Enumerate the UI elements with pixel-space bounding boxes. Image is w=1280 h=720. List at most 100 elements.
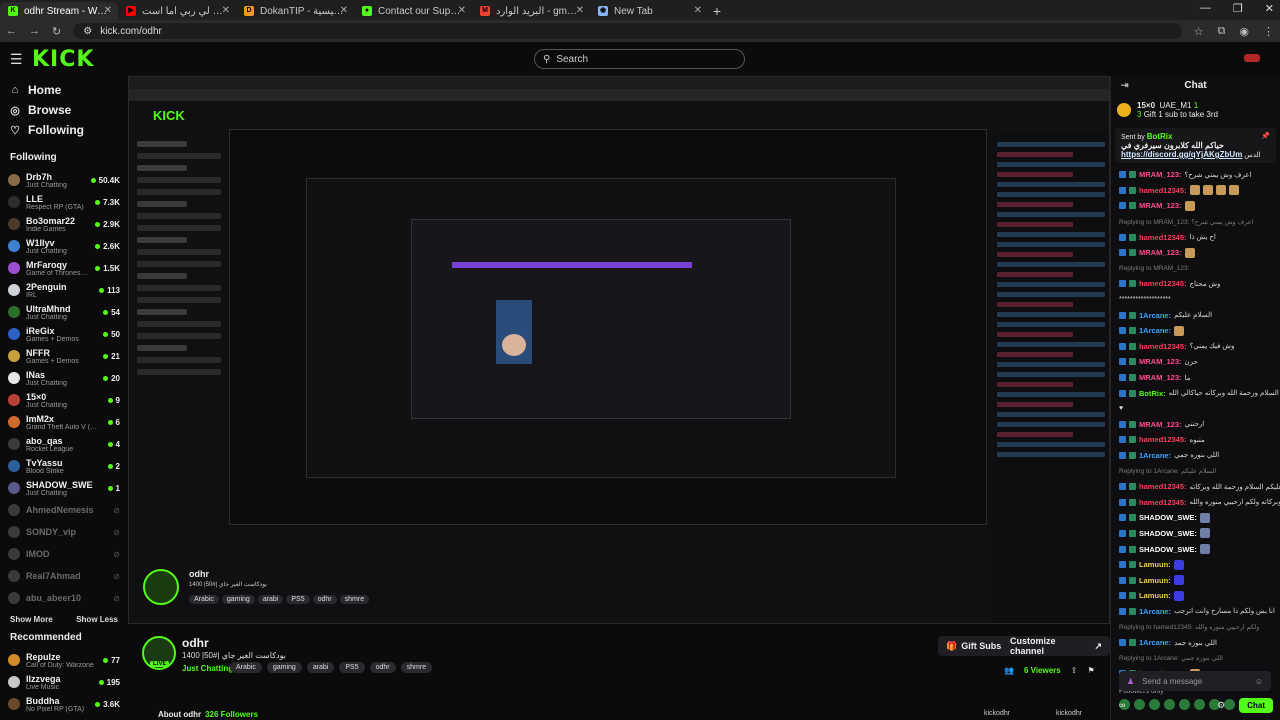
chat-username[interactable]: hamed12345:: [1139, 482, 1187, 491]
customize-channel-button[interactable]: Customize channel ↗: [1002, 636, 1110, 656]
sidebar-channel[interactable]: TvYassu Blood Strike 2: [8, 455, 120, 477]
sidebar-channel[interactable]: Repulze Call of Duty: Warzone 77: [8, 649, 120, 671]
chat-message[interactable]: MRAM_123: ما: [1111, 370, 1280, 386]
tab-close-icon[interactable]: ✕: [222, 5, 230, 16]
chat-message[interactable]: hamed12345: وعليكم السلام ورحمة الله وبرك…: [1111, 479, 1280, 495]
chat-message[interactable]: hamed12345: وش فيك يمني؟: [1111, 339, 1280, 355]
chat-message[interactable]: 1Arcane: اللي بنوره جمد: [1111, 635, 1280, 651]
sidebar-channel[interactable]: Ilzzvega Live Music 195: [8, 671, 120, 693]
nav-item-home[interactable]: ⌂ Home: [10, 80, 120, 100]
gift-subs-button[interactable]: 🎁 Gift Subs: [938, 636, 1010, 656]
menu-dots-icon[interactable]: ⋮: [1263, 25, 1274, 38]
sidebar-channel[interactable]: Drb7h Just Chatting 50.4K: [8, 169, 120, 191]
chat-username[interactable]: 1Arcane:: [1139, 638, 1171, 647]
sidebar-channel-offline[interactable]: Real7Ahmad ⊘: [8, 565, 120, 587]
chat-input[interactable]: ♟ Send a message ☺: [1119, 671, 1271, 691]
video-player[interactable]: KICK odhr بودكاست الغير جاي |#50| 1400 A…: [128, 76, 1110, 624]
stream-tag[interactable]: arabi: [306, 662, 335, 673]
chat-message[interactable]: hamed12345: وش محتاج: [1111, 276, 1280, 292]
profile-icon[interactable]: ◉: [1239, 25, 1249, 38]
maximize-icon[interactable]: ❐: [1233, 2, 1243, 15]
collapse-chat-icon[interactable]: ⇥: [1121, 80, 1129, 91]
chat-message[interactable]: BotRix:وعليكم السلام ورحمة الله وبركاته …: [1111, 385, 1280, 401]
emoji-icon[interactable]: ☺: [1255, 677, 1263, 686]
chat-username[interactable]: SHADOW_SWE:: [1139, 545, 1197, 554]
sidebar-channel-offline[interactable]: SONDY_vip ⊘: [8, 521, 120, 543]
social-link-kick-2[interactable]: kickodhr: [1056, 710, 1082, 717]
chat-message[interactable]: ♥: [1111, 401, 1280, 417]
extensions-icon[interactable]: ⧉: [1218, 25, 1226, 38]
chat-username[interactable]: 1Arcane:: [1139, 451, 1171, 460]
sidebar-channel[interactable]: INas Just Chatting 20: [8, 367, 120, 389]
kick-logo[interactable]: KICK: [32, 47, 94, 72]
chat-username[interactable]: 1Arcane:: [1139, 311, 1171, 320]
sidebar-channel[interactable]: 15×0 Just Chatting 9: [8, 389, 120, 411]
stream-tag[interactable]: Arabic: [230, 662, 262, 673]
nav-item-following[interactable]: ♡ Following: [10, 120, 120, 140]
chat-username[interactable]: 1Arcane:: [1139, 326, 1171, 335]
chat-message[interactable]: Lamuun:: [1111, 557, 1280, 573]
chat-send-button[interactable]: Chat: [1239, 697, 1273, 713]
close-window-icon[interactable]: ✕: [1265, 2, 1274, 15]
show-more-button[interactable]: Show More: [10, 615, 53, 624]
points-icon[interactable]: ∞: [1119, 700, 1125, 710]
chat-username[interactable]: Lamuun:: [1139, 560, 1171, 569]
bookmark-star-icon[interactable]: ☆: [1194, 25, 1204, 38]
chat-username[interactable]: MRAM_123:: [1139, 373, 1182, 382]
browser-tab[interactable]: ● Contact our Support Team | Kic✕: [354, 2, 472, 20]
sidebar-channel[interactable]: LLE Respect RP (GTA) 7.3K: [8, 191, 120, 213]
browser-tab[interactable]: D DokanTIP - الرئيسية ✕: [236, 2, 354, 20]
sidebar-channel[interactable]: MrFaroqyGame of Thrones: Kin... 1.5K: [8, 257, 120, 279]
new-tab-icon[interactable]: +: [708, 2, 726, 20]
chat-username[interactable]: SHADOW_SWE:: [1139, 513, 1197, 522]
browser-tab[interactable]: ▶ انشودة اذا ما قال لي ربي اما است✕: [118, 2, 236, 20]
sidebar-channel[interactable]: Buddha No Pixel RP (GTA) 3.6K: [8, 693, 120, 715]
sidebar-channel[interactable]: NFFR Games + Demos 21: [8, 345, 120, 367]
pin-icon[interactable]: 📌: [1261, 132, 1270, 140]
chat-username[interactable]: Lamuun:: [1139, 576, 1171, 585]
stream-tag[interactable]: shmre: [400, 662, 433, 673]
chat-username[interactable]: MRAM_123:: [1139, 170, 1182, 179]
tab-close-icon[interactable]: ✕: [576, 5, 584, 16]
sidebar-channel[interactable]: Bo3omar22 Indie Games 2.9K: [8, 213, 120, 235]
chat-message[interactable]: MRAM_123:: [1111, 198, 1280, 214]
chat-username[interactable]: hamed12345:: [1139, 435, 1187, 444]
chat-username[interactable]: Lamuun:: [1139, 591, 1171, 600]
chat-message[interactable]: SHADOW_SWE:: [1111, 526, 1280, 542]
share-icon[interactable]: ⇪: [1071, 666, 1078, 675]
chat-message[interactable]: Lamuun:: [1111, 572, 1280, 588]
chat-username[interactable]: hamed12345:: [1139, 233, 1187, 242]
sidebar-channel-offline[interactable]: abu_abeer10 ⊘: [8, 587, 120, 609]
social-link-kick[interactable]: kickodhr: [984, 710, 1010, 717]
sidebar-channel[interactable]: UltraMhnd Just Chatting 54: [8, 301, 120, 323]
browser-tab[interactable]: M البريد الوارد - gmail.com - Gmail✕: [472, 2, 590, 20]
sidebar-channel[interactable]: abo_qas Rocket League 4: [8, 433, 120, 455]
chat-message[interactable]: hamed12345:: [1111, 183, 1280, 199]
chat-username[interactable]: 1Arcane:: [1139, 607, 1171, 616]
tab-close-icon[interactable]: ✕: [104, 5, 112, 16]
sidebar-channel-offline[interactable]: AhmedNemesis ⊘: [8, 499, 120, 521]
chat-username[interactable]: MRAM_123:: [1139, 420, 1182, 429]
chat-message[interactable]: MRAM_123: حزن: [1111, 354, 1280, 370]
discord-link[interactable]: https://discord.gg/qYjAKgZbUm: [1121, 150, 1242, 159]
chat-message[interactable]: MRAM_123: اعرف وش يمني شرح؟: [1111, 167, 1280, 183]
back-icon[interactable]: ←: [6, 25, 17, 37]
chat-message[interactable]: *******************: [1111, 292, 1280, 308]
minimize-icon[interactable]: —: [1200, 2, 1211, 15]
show-less-button[interactable]: Show Less: [76, 615, 118, 624]
chat-username[interactable]: MRAM_123:: [1139, 248, 1182, 257]
chat-message[interactable]: SHADOW_SWE:: [1111, 510, 1280, 526]
user-avatar-icon[interactable]: [1244, 54, 1260, 62]
chat-message[interactable]: MRAM_123:: [1111, 245, 1280, 261]
sidebar-channel[interactable]: W1llyv Just Chatting 2.6K: [8, 235, 120, 257]
streamer-name[interactable]: odhr: [182, 636, 209, 650]
chat-message[interactable]: 1Arcane: انا يس ولكم دا مسارح وانت اترجب: [1111, 604, 1280, 620]
browser-tab[interactable]: ◉ New Tab ✕: [590, 2, 708, 20]
chat-message[interactable]: Lamuun:: [1111, 588, 1280, 604]
chat-username[interactable]: MRAM_123:: [1139, 201, 1182, 210]
chat-message[interactable]: hamed12345: وبركاته ولكم ارحبيي منوره وال…: [1111, 494, 1280, 510]
chat-username[interactable]: hamed12345:: [1139, 342, 1187, 351]
chat-message[interactable]: 1Arcane:: [1111, 323, 1280, 339]
hamburger-menu-icon[interactable]: ☰: [10, 51, 23, 68]
stream-tag[interactable]: PS5: [339, 662, 365, 673]
